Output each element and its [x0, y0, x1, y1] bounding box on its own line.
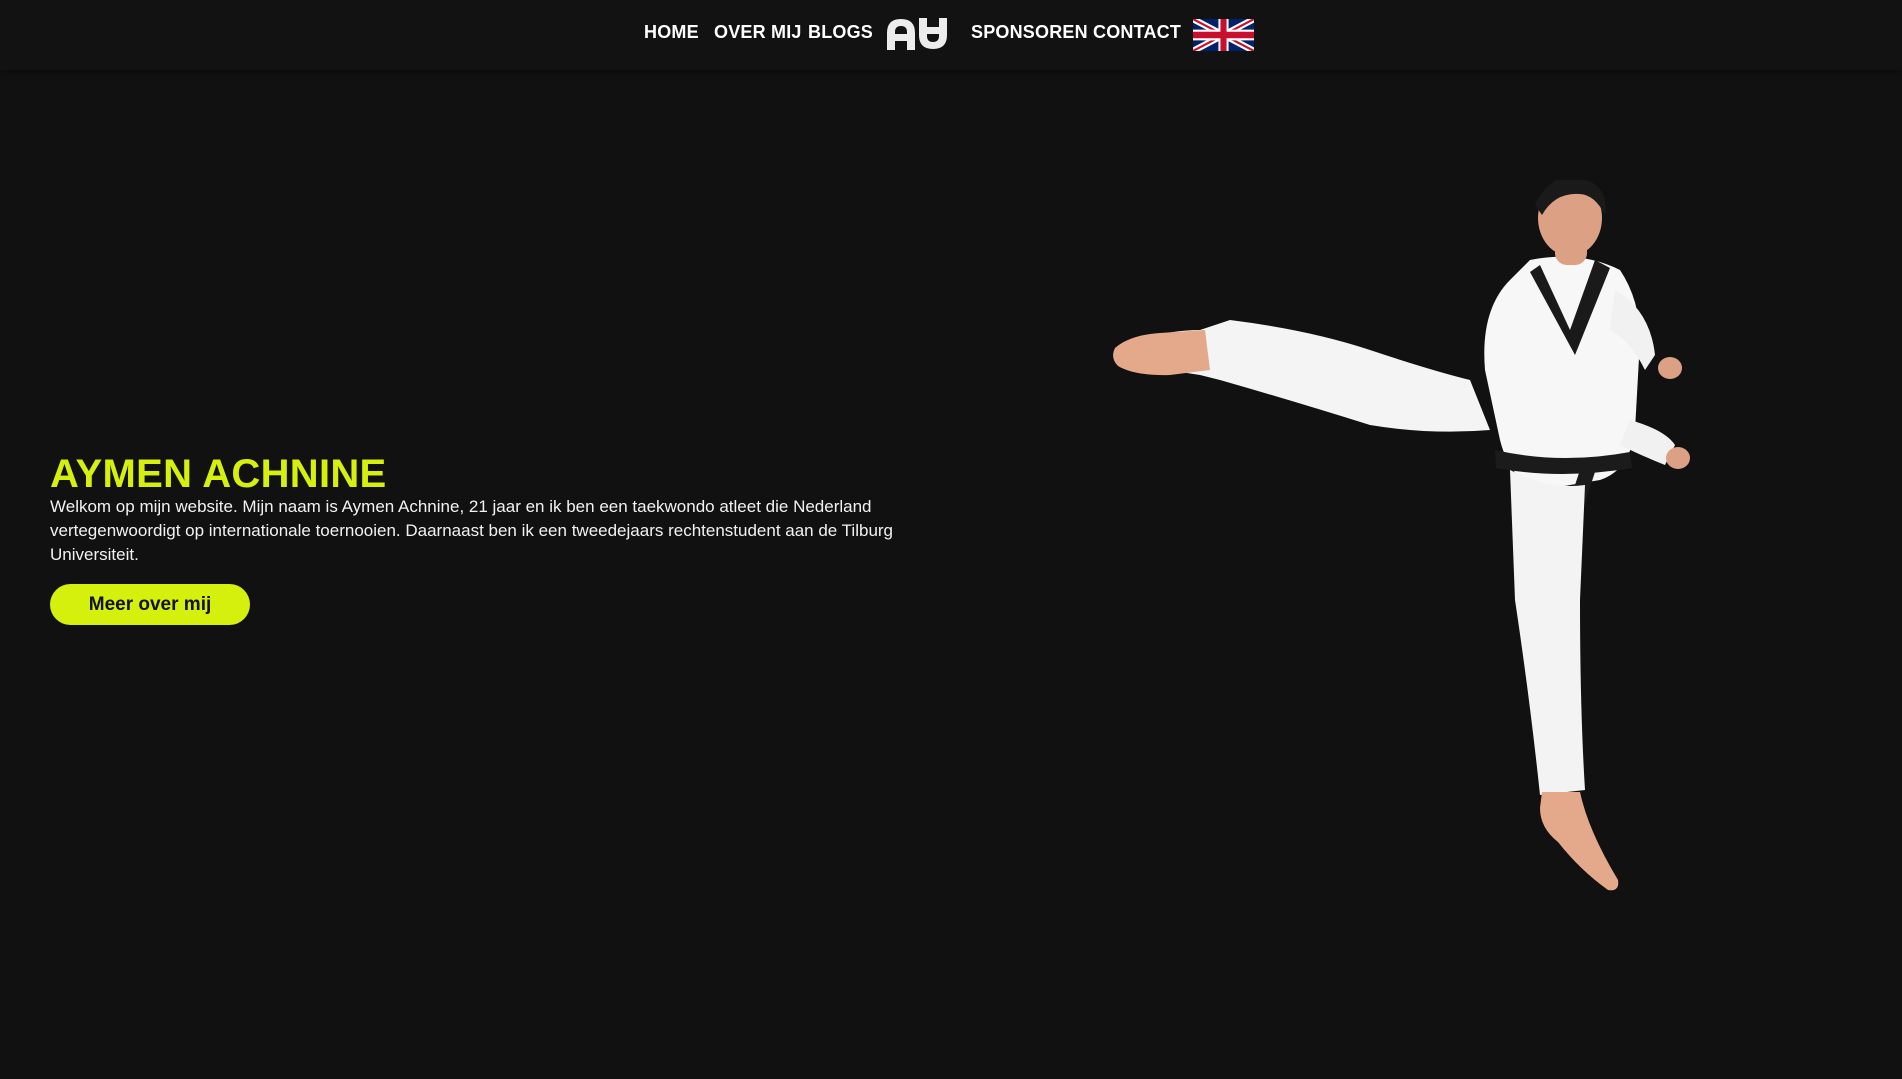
- aa-logo-icon: [887, 18, 947, 50]
- page: HOME OVER MIJ BLOGS SPONSOREN CONTACT AY…: [0, 0, 1902, 1079]
- nav-over-mij[interactable]: OVER MIJ: [714, 22, 802, 43]
- uk-flag-icon: [1191, 16, 1256, 54]
- nav-home[interactable]: HOME: [644, 22, 699, 43]
- hero-title: AYMEN ACHNINE: [50, 452, 387, 496]
- taekwondo-athlete-illustration: [1113, 177, 1690, 891]
- athlete-photo: [1110, 177, 1730, 910]
- nav-sponsoren[interactable]: SPONSOREN: [971, 22, 1088, 43]
- language-switch-button[interactable]: [1191, 16, 1256, 54]
- meer-over-mij-button[interactable]: Meer over mij: [50, 584, 250, 625]
- nav-menu: HOME OVER MIJ BLOGS SPONSOREN CONTACT: [0, 0, 1902, 70]
- nav-blogs[interactable]: BLOGS: [808, 22, 873, 43]
- hero-intro-text: Welkom op mijn website. Mijn naam is Aym…: [50, 497, 894, 564]
- nav-contact[interactable]: CONTACT: [1093, 22, 1181, 43]
- top-navigation: HOME OVER MIJ BLOGS SPONSOREN CONTACT: [0, 0, 1902, 70]
- site-logo[interactable]: [885, 17, 949, 51]
